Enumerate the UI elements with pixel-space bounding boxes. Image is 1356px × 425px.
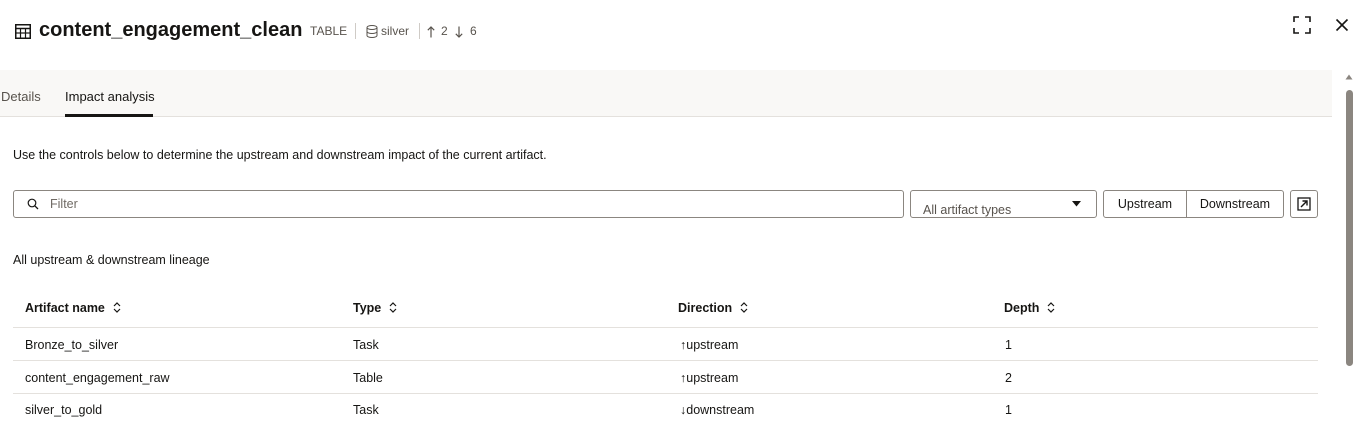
- row-divider: [13, 360, 1318, 361]
- cell-depth: 1: [1005, 338, 1012, 352]
- lineage-section-label: All upstream & downstream lineage: [13, 253, 210, 267]
- meta-divider: [419, 23, 420, 39]
- arrow-down-icon: [455, 26, 463, 38]
- cell-direction: ↓downstream: [680, 403, 755, 417]
- downstream-count: 6: [470, 24, 477, 38]
- tab-bar: Details Impact analysis: [0, 70, 1332, 117]
- arrow-up-icon: [427, 26, 435, 38]
- scroll-up-arrow-icon[interactable]: [1345, 74, 1353, 80]
- sort-icon: [113, 302, 121, 313]
- fullscreen-icon[interactable]: [1292, 15, 1312, 35]
- open-in-new-icon: [1297, 197, 1311, 211]
- sort-icon: [1047, 302, 1055, 313]
- panel-content: Details Impact analysis Use the controls…: [0, 70, 1342, 425]
- schema-name: silver: [381, 24, 410, 38]
- artifact-title: content_engagement_clean: [39, 19, 303, 41]
- artifact-type-label: TABLE: [310, 24, 348, 38]
- panel-header: content_engagement_clean TABLE silver 2 …: [0, 0, 1356, 70]
- cell-depth: 1: [1005, 403, 1012, 417]
- table-icon: [15, 24, 31, 39]
- cell-artifact-name[interactable]: silver_to_gold: [25, 402, 102, 418]
- cell-type: Task: [353, 403, 379, 417]
- scrollbar-thumb[interactable]: [1346, 90, 1353, 366]
- database-icon: [366, 25, 378, 38]
- open-in-new-button[interactable]: [1290, 190, 1318, 218]
- vertical-scrollbar[interactable]: [1342, 70, 1356, 425]
- downstream-button[interactable]: Downstream: [1187, 191, 1283, 217]
- column-header-depth[interactable]: Depth: [1004, 300, 1055, 316]
- upstream-button[interactable]: Upstream: [1104, 191, 1186, 217]
- row-divider: [13, 393, 1318, 394]
- direction-toggle: Upstream Downstream: [1103, 190, 1284, 218]
- cell-direction: ↑upstream: [680, 371, 739, 385]
- cell-artifact-name[interactable]: Bronze_to_silver: [25, 337, 118, 353]
- meta-divider: [355, 23, 356, 39]
- cell-type: Table: [353, 371, 383, 385]
- column-header-artifact-name[interactable]: Artifact name: [25, 300, 121, 316]
- cell-depth: 2: [1005, 371, 1012, 385]
- cell-direction: ↑upstream: [680, 338, 739, 352]
- search-icon: [27, 198, 39, 210]
- close-icon[interactable]: [1332, 15, 1352, 35]
- tab-impact-analysis[interactable]: Impact analysis: [65, 89, 155, 105]
- tab-details[interactable]: Details: [1, 89, 41, 105]
- sort-icon: [740, 302, 748, 313]
- column-header-type[interactable]: Type: [353, 300, 397, 316]
- filter-input[interactable]: [50, 195, 890, 213]
- artifact-type-select[interactable]: All artifact types: [910, 190, 1097, 218]
- column-header-direction[interactable]: Direction: [678, 300, 748, 316]
- impact-description: Use the controls below to determine the …: [13, 148, 547, 162]
- upstream-count: 2: [441, 24, 448, 38]
- caret-down-icon: [1072, 201, 1081, 207]
- cell-type: Task: [353, 338, 379, 352]
- artifact-type-selected-value: All artifact types: [923, 203, 1012, 217]
- filter-field[interactable]: [13, 190, 904, 218]
- sort-icon: [389, 302, 397, 313]
- header-divider: [13, 327, 1318, 328]
- cell-artifact-name[interactable]: content_engagement_raw: [25, 370, 170, 386]
- active-tab-indicator: [65, 114, 153, 117]
